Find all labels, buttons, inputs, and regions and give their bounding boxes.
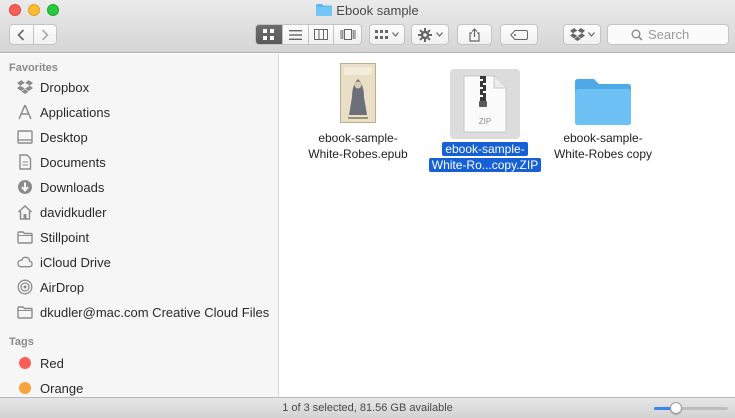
home-icon xyxy=(17,204,33,220)
edit-tags-button[interactable] xyxy=(500,24,538,45)
status-text: 1 of 3 selected, 81.56 GB available xyxy=(282,402,453,414)
icon-view-button[interactable] xyxy=(256,25,283,44)
view-mode-group xyxy=(255,24,362,45)
list-view-icon xyxy=(288,29,302,40)
status-bar: 1 of 3 selected, 81.56 GB available xyxy=(0,397,735,418)
folder-icon xyxy=(575,79,631,125)
sidebar: Favorites Dropbox Applications Desktop D… xyxy=(0,54,279,397)
documents-icon xyxy=(17,154,33,170)
search-field[interactable]: Search xyxy=(607,24,729,45)
file-name: ebook-sample- White-Robes.epub xyxy=(308,131,408,161)
arrange-button[interactable] xyxy=(369,24,405,45)
action-button[interactable] xyxy=(411,24,449,45)
favorites-heading[interactable]: Favorites xyxy=(9,62,58,74)
sidebar-item-label: Stillpoint xyxy=(40,229,90,245)
folder-icon xyxy=(316,4,333,16)
file-browser: ebook-sample- White-Robes.epub ZIP ebook-… xyxy=(280,54,735,397)
file-item-zip[interactable]: ZIP ebook-sample- White-Ro...copy.ZIP xyxy=(425,69,545,173)
sidebar-item-airdrop[interactable]: AirDrop xyxy=(0,276,278,298)
tags-heading[interactable]: Tags xyxy=(9,336,34,348)
sidebar-item-label: Dropbox xyxy=(40,79,90,95)
selection-highlight: ZIP xyxy=(450,69,520,139)
sidebar-item-label: davidkudler xyxy=(40,204,107,220)
column-view-icon xyxy=(313,29,328,40)
dropbox-menu-button[interactable] xyxy=(563,24,601,45)
sidebar-item-desktop[interactable]: Desktop xyxy=(0,126,278,148)
folder-icon xyxy=(17,304,33,320)
back-forward-group xyxy=(9,24,57,45)
file-name: ebook-sample- White-Robes copy xyxy=(553,131,653,161)
sidebar-item-label: Applications xyxy=(40,104,111,120)
sidebar-item-label: Desktop xyxy=(40,129,88,145)
icon-view-icon xyxy=(263,29,275,40)
zip-badge: ZIP xyxy=(479,117,491,126)
zip-archive-icon: ZIP xyxy=(463,75,507,133)
applications-icon xyxy=(17,104,33,120)
sidebar-item-applications[interactable]: Applications xyxy=(0,101,278,123)
back-button[interactable] xyxy=(10,25,34,44)
sidebar-item-label: AirDrop xyxy=(40,279,85,295)
sidebar-item-home[interactable]: davidkudler xyxy=(0,201,278,223)
sidebar-item-creative-cloud-files[interactable]: dkudler@mac.com Creative Cloud Files xyxy=(0,301,278,323)
share-icon xyxy=(469,27,480,42)
search-placeholder: Search xyxy=(648,27,690,42)
sidebar-item-label: iCloud Drive xyxy=(40,254,111,270)
dropbox-icon xyxy=(569,28,585,41)
file-item-folder[interactable]: ebook-sample- White-Robes copy xyxy=(543,60,663,162)
sidebar-item-downloads[interactable]: Downloads xyxy=(0,176,278,198)
column-view-button[interactable] xyxy=(309,25,335,44)
sidebar-item-documents[interactable]: Documents xyxy=(0,151,278,173)
action-gear-icon xyxy=(417,27,432,42)
back-icon xyxy=(17,28,25,41)
sidebar-item-stillpoint[interactable]: Stillpoint xyxy=(0,226,278,248)
tag-icon xyxy=(510,29,528,40)
arrange-icon xyxy=(375,29,388,39)
window-title-label: Ebook sample xyxy=(336,3,419,18)
forward-button[interactable] xyxy=(34,25,57,44)
chevron-down-icon xyxy=(587,32,595,37)
desktop-icon xyxy=(17,129,33,145)
window-title: Ebook sample xyxy=(0,3,735,19)
chevron-down-icon xyxy=(392,32,399,37)
coverflow-view-button[interactable] xyxy=(334,25,361,44)
sidebar-item-label: Documents xyxy=(40,154,106,170)
sidebar-item-icloud-drive[interactable]: iCloud Drive xyxy=(0,251,278,273)
chevron-down-icon xyxy=(435,32,443,37)
file-name-selected[interactable]: ebook-sample- White-Ro...copy.ZIP xyxy=(425,141,545,173)
file-item-epub[interactable]: ebook-sample- White-Robes.epub xyxy=(298,60,418,162)
share-button[interactable] xyxy=(457,24,492,45)
sidebar-item-tag-orange[interactable]: Orange xyxy=(0,377,278,397)
cloud-icon xyxy=(17,254,33,270)
folder-icon xyxy=(17,229,33,245)
slider-knob[interactable] xyxy=(669,402,682,414)
sidebar-item-tag-red[interactable]: Red xyxy=(0,352,278,374)
ebook-cover-icon xyxy=(340,63,376,123)
orange-tag-dot-icon xyxy=(19,382,31,394)
red-tag-dot-icon xyxy=(19,357,31,369)
sidebar-item-label: Downloads xyxy=(40,179,105,195)
downloads-icon xyxy=(17,179,33,195)
toolbar: Ebook sample Search xyxy=(0,0,735,53)
airdrop-icon xyxy=(17,279,33,295)
forward-icon xyxy=(41,28,49,41)
list-view-button[interactable] xyxy=(283,25,309,44)
coverflow-view-icon xyxy=(340,29,356,40)
dropbox-icon xyxy=(17,79,33,95)
icon-size-slider[interactable] xyxy=(654,402,728,414)
sidebar-item-label: Orange xyxy=(40,380,84,396)
sidebar-item-label: Red xyxy=(40,355,64,371)
search-icon xyxy=(631,29,643,41)
sidebar-item-dropbox[interactable]: Dropbox xyxy=(0,76,278,98)
sidebar-item-label: dkudler@mac.com Creative Cloud Files xyxy=(40,304,270,320)
